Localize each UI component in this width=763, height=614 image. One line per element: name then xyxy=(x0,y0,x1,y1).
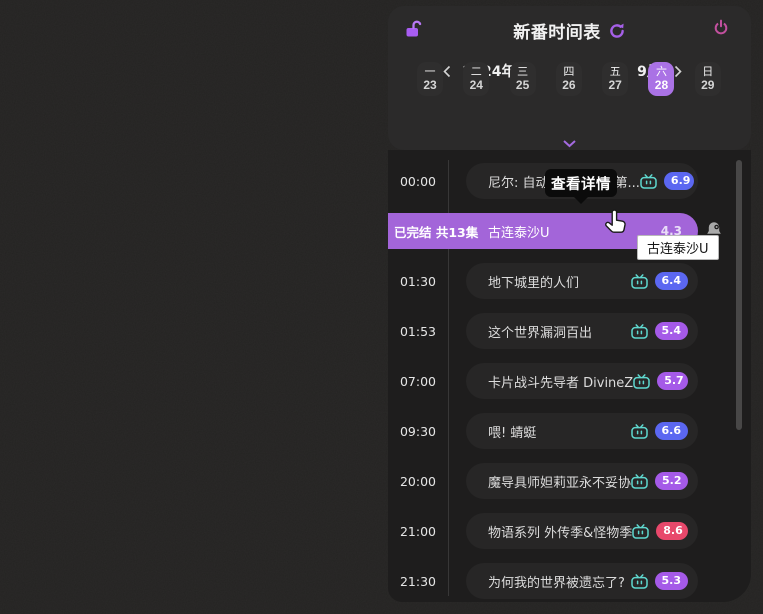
score-badge: 6.9 xyxy=(664,172,694,189)
show-title: 卡片战斗先导者 DivineZ xyxy=(488,372,633,391)
tv-icon xyxy=(631,324,648,339)
date-label: 24 xyxy=(470,79,483,91)
score-badge: 5.2 xyxy=(655,472,688,489)
show-title: 古连泰沙U xyxy=(488,222,550,241)
show-item[interactable]: 卡片战斗先导者 DivineZ 5.7 xyxy=(466,363,698,399)
weekday-label: 二 xyxy=(471,67,482,78)
score-badge: 8.6 xyxy=(656,522,688,539)
schedule-row: 21:00 物语系列 外传季&怪物季 8.6 xyxy=(388,513,751,549)
refresh-icon[interactable] xyxy=(608,22,626,40)
score-badge: 5.4 xyxy=(655,322,689,339)
date-label: 29 xyxy=(701,79,714,91)
show-title: 这个世界漏洞百出 xyxy=(488,322,592,341)
completion-status-label: 已完结 共13集 xyxy=(394,222,478,241)
schedule-row: 21:30 为何我的世界被遗忘了? 5.3 xyxy=(388,563,751,599)
hover-title-tooltip: 古连泰沙U xyxy=(637,235,719,260)
tv-icon xyxy=(631,474,648,489)
row-time-label: 00:00 xyxy=(388,163,448,199)
schedule-rows: 00:00 尼尔: 自动第... 6.9 已完结 共13集 古连泰沙U 4.3 xyxy=(388,163,751,613)
score-badge: 6.6 xyxy=(655,422,689,439)
tv-icon xyxy=(631,574,648,589)
row-time-label: 01:53 xyxy=(388,313,448,349)
calendar-panel: 新番时间表 2024年 xyxy=(388,6,751,150)
day-button-27[interactable]: 五 27 xyxy=(602,62,628,96)
weekday-label: 三 xyxy=(517,67,528,78)
weekday-label: 六 xyxy=(656,67,667,78)
row-time-label: 20:00 xyxy=(388,463,448,499)
tv-icon xyxy=(633,374,650,389)
row-time-label: 01:30 xyxy=(388,263,448,299)
row-time-label: 09:30 xyxy=(388,413,448,449)
show-title: 地下城里的人们 xyxy=(488,272,579,291)
tv-icon xyxy=(632,524,649,539)
tv-icon xyxy=(640,174,657,189)
show-item[interactable]: 为何我的世界被遗忘了? 5.3 xyxy=(466,563,698,599)
show-title: 魔导具师妲莉亚永不妥协 xyxy=(488,472,631,491)
scrollbar-thumb[interactable] xyxy=(736,160,742,430)
tv-icon xyxy=(631,424,648,439)
date-label: 26 xyxy=(562,79,575,91)
day-button-26[interactable]: 四 26 xyxy=(556,62,582,96)
day-button-29[interactable]: 日 29 xyxy=(695,62,721,96)
power-icon[interactable] xyxy=(713,19,729,36)
weekday-label: 一 xyxy=(425,67,436,78)
show-item[interactable]: 喂! 蜻蜓 6.6 xyxy=(466,413,698,449)
tv-icon xyxy=(631,274,648,289)
day-button-25[interactable]: 三 25 xyxy=(510,62,536,96)
schedule-panel: 00:00 尼尔: 自动第... 6.9 已完结 共13集 古连泰沙U 4.3 xyxy=(388,150,751,602)
show-item[interactable]: 魔导具师妲莉亚永不妥协 5.2 xyxy=(466,463,698,499)
date-label: 28 xyxy=(655,79,668,91)
weekday-label: 五 xyxy=(610,67,621,78)
day-button-28[interactable]: 六 28 xyxy=(648,62,674,96)
score-badge: 5.3 xyxy=(655,572,689,589)
expand-chevron-down-icon[interactable] xyxy=(388,138,751,149)
score-badge: 6.4 xyxy=(655,272,689,289)
weekday-label: 日 xyxy=(702,67,713,78)
day-button-23[interactable]: 一 23 xyxy=(417,62,443,96)
date-label: 23 xyxy=(423,79,436,91)
panel-header: 新番时间表 xyxy=(388,6,751,50)
weekday-row: 一 23 二 24 三 25 四 26 五 27 六 28 日 29 xyxy=(417,62,721,96)
view-details-tooltip: 查看详情 xyxy=(545,169,617,197)
date-label: 27 xyxy=(609,79,622,91)
date-label: 25 xyxy=(516,79,529,91)
schedule-row: 07:00 卡片战斗先导者 DivineZ 5.7 xyxy=(388,363,751,399)
weekday-label: 四 xyxy=(563,67,574,78)
show-title: 为何我的世界被遗忘了? xyxy=(488,572,625,591)
row-time-label: 07:00 xyxy=(388,363,448,399)
schedule-row: 20:00 魔导具师妲莉亚永不妥协 5.2 xyxy=(388,463,751,499)
row-time-label: 21:30 xyxy=(388,563,448,599)
show-item[interactable]: 物语系列 外传季&怪物季 8.6 xyxy=(466,513,698,549)
row-time-label: 21:00 xyxy=(388,513,448,549)
schedule-row: 01:53 这个世界漏洞百出 5.4 xyxy=(388,313,751,349)
hover-title-tooltip-text: 古连泰沙U xyxy=(647,238,709,257)
show-title: 物语系列 外传季&怪物季 xyxy=(488,522,632,541)
day-button-24[interactable]: 二 24 xyxy=(463,62,489,96)
show-item[interactable]: 这个世界漏洞百出 5.4 xyxy=(466,313,698,349)
show-item[interactable]: 地下城里的人们 6.4 xyxy=(466,263,698,299)
score-badge: 5.7 xyxy=(657,372,688,389)
show-title: 喂! 蜻蜓 xyxy=(488,422,536,441)
schedule-row: 09:30 喂! 蜻蜓 6.6 xyxy=(388,413,751,449)
page-title: 新番时间表 xyxy=(513,18,601,43)
schedule-row: 01:30 地下城里的人们 6.4 xyxy=(388,263,751,299)
view-details-tooltip-text: 查看详情 xyxy=(551,173,611,194)
